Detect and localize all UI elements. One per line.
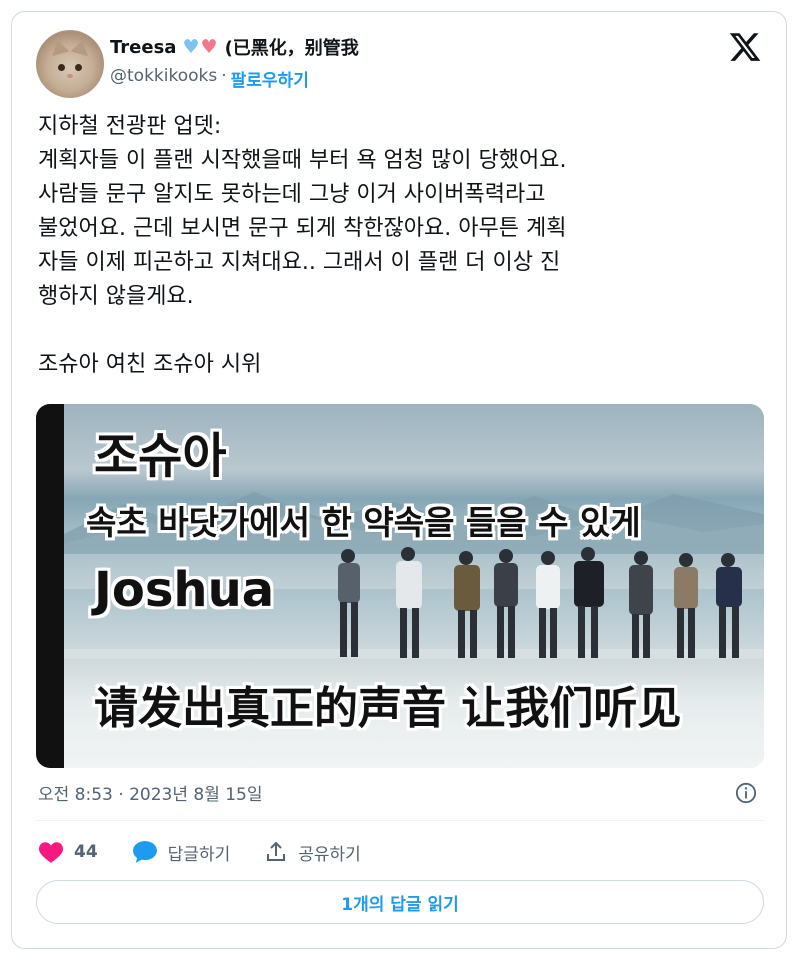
author-name-row[interactable]: Treesa ♥♥ (已黑化，别管我 (110, 34, 359, 60)
x-logo-icon[interactable] (728, 30, 762, 64)
info-icon[interactable] (735, 782, 757, 804)
author-name[interactable]: Treesa (110, 37, 176, 58)
author-handle[interactable]: @tokkikooks (110, 66, 217, 91)
author-name-suffix: (已黑化，别管我 (224, 38, 359, 59)
author-handle-row: @tokkikooks · 팔로우하기 (110, 66, 309, 91)
media-letterbox-bar (36, 404, 64, 768)
like-count: 44 (74, 842, 98, 862)
avatar-cat-eye-right (75, 64, 82, 71)
media-caption-name-ko: 조슈아 (94, 428, 227, 484)
blue-heart-icon: ♥ (182, 36, 201, 58)
heart-icon (38, 842, 64, 863)
reply-bubble-icon (132, 841, 157, 863)
pink-heart-icon: ♥ (200, 36, 219, 58)
avatar-cat-ear-left (48, 37, 70, 57)
tweet-media-image[interactable]: 조슈아 속초 바닷가에서 한 약속을 들을 수 있게 Joshua 请发出真正的… (36, 404, 764, 768)
tweet-timestamp[interactable]: 오전 8:53 · 2023년 8월 15일 (38, 780, 263, 805)
share-button[interactable]: 공유하기 (264, 840, 361, 865)
handle-separator: · (221, 66, 227, 86)
follow-link[interactable]: 팔로우하기 (231, 66, 309, 91)
author-hearts: ♥♥ (182, 36, 218, 58)
divider (36, 820, 764, 821)
avatar-cat-nose (67, 74, 73, 78)
read-replies-button[interactable]: 1개의 답글 읽기 (36, 880, 764, 924)
share-icon (267, 841, 286, 861)
read-replies-label: 1개의 답글 읽기 (341, 894, 459, 915)
media-people-silhouettes (338, 547, 742, 658)
avatar-cat-ear-right (70, 37, 92, 57)
like-button[interactable]: 44 (38, 840, 98, 864)
tweet-actions: 44 답글하기 공유하기 (38, 838, 395, 866)
media-caption-name-en: Joshua (94, 562, 275, 618)
share-label: 공유하기 (298, 844, 361, 865)
reply-label: 답글하기 (167, 844, 231, 865)
media-caption-line-zh: 请发出真正的声音 让我们听见 (94, 683, 682, 734)
media-caption-line-ko: 속초 바닷가에서 한 약속을 들을 수 있게 (86, 503, 641, 542)
tweet-text: 지하철 전광판 업뎃: 계획자들 이 플랜 시작했을때 부터 욕 엄청 많이 당… (38, 114, 567, 377)
avatar-cat-eye-left (58, 64, 65, 71)
reply-button[interactable]: 답글하기 (132, 840, 231, 865)
avatar[interactable] (36, 30, 104, 98)
